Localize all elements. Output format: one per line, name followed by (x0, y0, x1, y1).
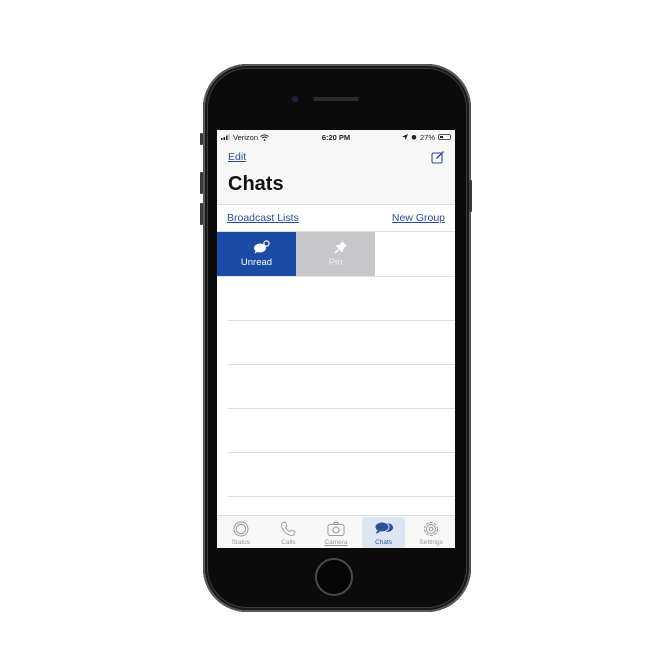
pin-action-button[interactable]: Pin (296, 232, 375, 276)
tab-chats-label: Chats (375, 539, 393, 546)
home-button[interactable] (315, 558, 353, 596)
power-button (469, 180, 472, 212)
pin-action-label: Pin (328, 257, 343, 268)
alarm-icon (411, 135, 417, 140)
battery-percent: 27% (419, 132, 435, 142)
camera-icon (327, 522, 345, 536)
broadcast-lists-link[interactable]: Broadcast Lists (227, 212, 299, 224)
volume-down-button (200, 203, 203, 225)
status-bar: Verizon 6:20 PM 27% (217, 130, 455, 144)
carrier-name: Verizon (233, 132, 259, 142)
tab-status-label: Status (231, 539, 251, 546)
tab-status[interactable]: Status (217, 516, 265, 548)
screen: Verizon 6:20 PM 27% Edit Chats Broadcast… (217, 130, 455, 548)
signal-icon (221, 134, 230, 140)
chat-list-item[interactable] (217, 365, 455, 409)
chat-list-item[interactable] (217, 321, 455, 365)
pin-icon (333, 241, 347, 254)
chat-list-item[interactable] (217, 409, 455, 453)
front-camera (292, 96, 298, 102)
gear-icon (424, 522, 439, 536)
tab-chats[interactable]: Chats (360, 516, 408, 548)
chat-list-item[interactable] (217, 277, 455, 321)
battery-icon (438, 134, 451, 140)
header: Edit Chats (217, 144, 455, 205)
chats-icon (374, 521, 393, 534)
unread-action-button[interactable]: Unread (217, 232, 296, 276)
tab-settings-label: Settings (419, 539, 443, 546)
unread-action-label: Unread (240, 257, 273, 268)
tab-calls[interactable]: Calls (265, 516, 313, 548)
links-bar: Broadcast Lists New Group (217, 205, 455, 232)
phone-icon (281, 521, 296, 536)
tab-calls-label: Calls (281, 539, 296, 546)
mute-switch (200, 133, 203, 145)
tab-bar: Status Calls Camera Chats Settings (217, 515, 455, 548)
swiped-chat-row[interactable]: Unread Pin (217, 232, 455, 277)
location-icon (401, 134, 408, 140)
compose-icon[interactable] (431, 150, 445, 164)
wifi-icon (260, 133, 269, 141)
tab-camera[interactable]: Camera (312, 516, 360, 548)
unread-chat-icon (253, 240, 270, 254)
tab-settings[interactable]: Settings (407, 516, 455, 548)
chat-list-item[interactable] (217, 453, 455, 497)
edit-button[interactable]: Edit (228, 151, 246, 163)
tab-camera-label: Camera (324, 539, 348, 546)
volume-up-button (200, 172, 203, 194)
status-icon (233, 521, 249, 537)
earpiece-speaker (313, 97, 359, 101)
page-title: Chats (228, 173, 284, 195)
new-group-link[interactable]: New Group (392, 212, 445, 224)
